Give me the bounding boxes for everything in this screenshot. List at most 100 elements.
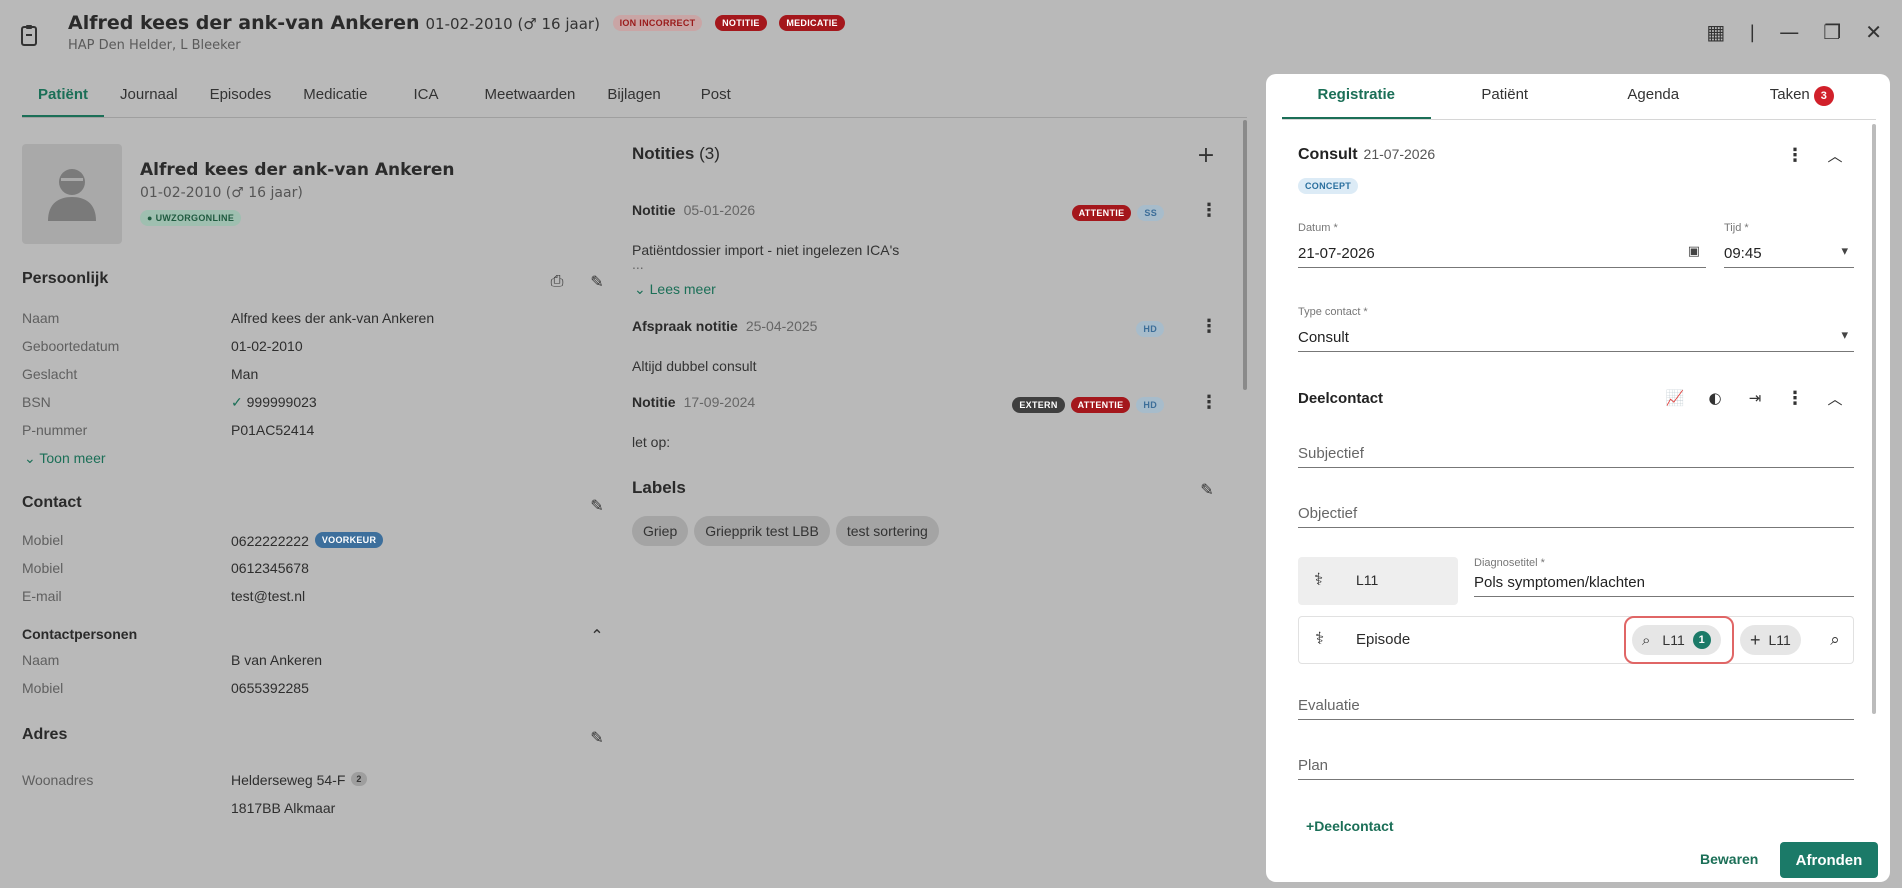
objectief-input[interactable]: Objectief (1298, 496, 1854, 528)
toon-meer-link[interactable]: ⌄ Toon meer (24, 450, 106, 467)
tijd-field[interactable]: Tijd * 09:45 ▾ (1724, 222, 1854, 268)
add-episode-chip[interactable]: + L11 (1740, 625, 1801, 655)
tab-patient[interactable]: Patiënt (22, 82, 105, 117)
scrollbar[interactable] (1243, 120, 1247, 390)
badge-ion-incorrect[interactable]: ION INCORRECT (612, 15, 703, 31)
tab-medicatie[interactable]: Medicatie (287, 82, 383, 117)
note-1-header: Notitie 05-01-2026 (632, 202, 756, 218)
deelcontact-more-icon[interactable]: ⋮ (1782, 385, 1808, 411)
notities-title: Notities (3) (632, 144, 720, 163)
label-chip[interactable]: Griep (632, 516, 689, 546)
restore-icon[interactable]: ❐ (1823, 20, 1841, 44)
evaluatie-input[interactable]: Evaluatie (1298, 688, 1854, 720)
calendar-icon[interactable]: ▣ (1688, 244, 1700, 259)
row-woonadres: Woonadres Helderseweg 54-F 2 (22, 772, 610, 794)
datum-field[interactable]: Datum * 21-07-2026 ▣ (1298, 222, 1706, 268)
panel-tabs: Registratie Patiënt Agenda Taken 3 (1282, 74, 1876, 120)
pill-off-icon[interactable]: ◐ (1702, 385, 1728, 411)
tab-episodes[interactable]: Episodes (194, 82, 288, 117)
arrow-right-bar-icon[interactable]: ⇥ (1742, 385, 1768, 411)
plus-icon: + (1750, 629, 1761, 650)
section-adres: Adres (22, 726, 68, 743)
lees-meer-link[interactable]: ⌄ Lees meer (634, 281, 716, 298)
registratie-panel: Registratie Patiënt Agenda Taken 3 Consul… (1266, 74, 1890, 882)
tab-panel-patient[interactable]: Patiënt (1431, 74, 1580, 119)
note-2-body: Altijd dubbel consult (632, 358, 757, 374)
label-chip[interactable]: Griepprik test LBB (694, 516, 830, 546)
note-2-header: Afspraak notitie 25-04-2025 (632, 318, 818, 334)
extern-badge: EXTERN (1012, 397, 1065, 413)
caret-down-icon[interactable]: ▾ (1841, 328, 1848, 343)
tab-agenda[interactable]: Agenda (1579, 74, 1728, 119)
edit-adres-icon[interactable]: ✎ (586, 726, 608, 748)
tab-ica[interactable]: ICA (383, 82, 468, 117)
chart-line-icon[interactable]: 📈 (1662, 385, 1688, 411)
consult-title: Consult 21-07-2026 (1298, 146, 1436, 163)
note-2-more-icon[interactable]: ⋮ (1200, 318, 1218, 336)
labels-title: Labels (632, 478, 686, 497)
note-1-more-icon[interactable]: ⋮ (1200, 202, 1218, 220)
badge-notitie[interactable]: NOTITIE (715, 15, 767, 31)
person-icon (48, 169, 96, 221)
tab-registratie[interactable]: Registratie (1282, 74, 1431, 119)
chevron-up-icon[interactable]: ⌃ (586, 624, 608, 646)
collapse-deelcontact-icon[interactable]: ︿ (1822, 385, 1848, 411)
chevron-down-icon: ⌄ (24, 450, 36, 466)
row-pnummer: P-nummer P01AC52414 (22, 422, 315, 438)
subjectief-input[interactable]: Subjectief (1298, 436, 1854, 468)
bewaren-button[interactable]: Bewaren (1700, 851, 1758, 867)
deelcontact-title: Deelcontact (1298, 390, 1384, 407)
header-subtitle: HAP Den Helder, L Bleeker (68, 38, 241, 53)
note-3-badges: EXTERN ATTENTIE HD (1006, 397, 1164, 413)
caret-down-icon[interactable]: ▾ (1841, 244, 1848, 259)
tab-journaal[interactable]: Journaal (104, 82, 194, 117)
edit-icon[interactable]: ✎ (586, 270, 608, 292)
contactpersonen-title: Contactpersonen (22, 626, 138, 642)
add-note-icon[interactable]: + (1195, 143, 1217, 168)
afronden-button[interactable]: Afronden (1780, 842, 1878, 878)
search-icon: ⌕ (1642, 631, 1651, 649)
collapse-consult-icon[interactable]: ︿ (1822, 142, 1848, 168)
tab-meetwaarden[interactable]: Meetwaarden (469, 82, 592, 117)
icpc-code: L11 (1356, 572, 1379, 588)
close-icon[interactable]: ✕ (1865, 20, 1882, 44)
badge-medicatie[interactable]: MEDICATIE (779, 15, 845, 31)
icpc-code-box[interactable]: ⚕ L11 (1298, 557, 1458, 605)
add-deelcontact-button[interactable]: +Deelcontact (1306, 818, 1394, 834)
note-1-ellipsis: ... (632, 256, 644, 272)
tab-post[interactable]: Post (677, 82, 747, 117)
hd-badge: HD (1136, 397, 1164, 413)
consult-more-icon[interactable]: ⋮ (1782, 142, 1808, 168)
panel-scrollbar[interactable] (1872, 124, 1876, 714)
main-tabs: Patiënt Journaal Episodes Medicatie ICA … (22, 82, 1247, 118)
note-3-more-icon[interactable]: ⋮ (1200, 394, 1218, 412)
episode-icon: ⚕ (1315, 629, 1325, 649)
avatar (22, 144, 122, 244)
episode-label: Episode (1356, 631, 1411, 648)
header-patient-name: Alfred kees der ank-van Ankeren 01-02-201… (68, 12, 845, 34)
search-episode-chip[interactable]: ⌕ L11 1 (1632, 625, 1721, 655)
diagnosetitel-field[interactable]: Diagnosetitel * Pols symptomen/klachten (1474, 557, 1854, 597)
labels-list: Griep Griepprik test LBB test sortering (632, 516, 945, 546)
minimize-icon[interactable]: — (1779, 20, 1799, 44)
header-dob: 01-02-2010 (♂ 16 jaar) (425, 15, 600, 33)
row-woonadres-2: 1817BB Alkmaar (231, 800, 336, 816)
address-count-badge: 2 (351, 772, 367, 786)
edit-contact-icon[interactable]: ✎ (586, 494, 608, 516)
clipboard-icon (21, 25, 37, 46)
row-naam: Naam Alfred kees der ank-van Ankeren (22, 310, 435, 326)
divider: | (1749, 21, 1756, 43)
grid-icon[interactable]: ▦ (1706, 20, 1725, 44)
type-contact-select[interactable]: Type contact * Consult ▾ (1298, 306, 1854, 352)
taken-count-badge: 3 (1813, 86, 1834, 106)
plan-input[interactable]: Plan (1298, 748, 1854, 780)
patient-header: Alfred kees der ank-van Ankeren 01-02-201… (0, 0, 1902, 72)
window-controls: ▦ | — ❐ ✕ (1706, 20, 1882, 44)
tab-taken[interactable]: Taken 3 (1728, 74, 1877, 119)
edit-labels-icon[interactable]: ✎ (1196, 478, 1218, 500)
search-icon[interactable]: ⌕ (1822, 627, 1848, 653)
tab-bijlagen[interactable]: Bijlagen (591, 82, 676, 117)
chevron-down-icon: ⌄ (634, 281, 646, 297)
label-chip[interactable]: test sortering (835, 516, 939, 546)
print-icon[interactable]: ⎙ (546, 270, 568, 292)
